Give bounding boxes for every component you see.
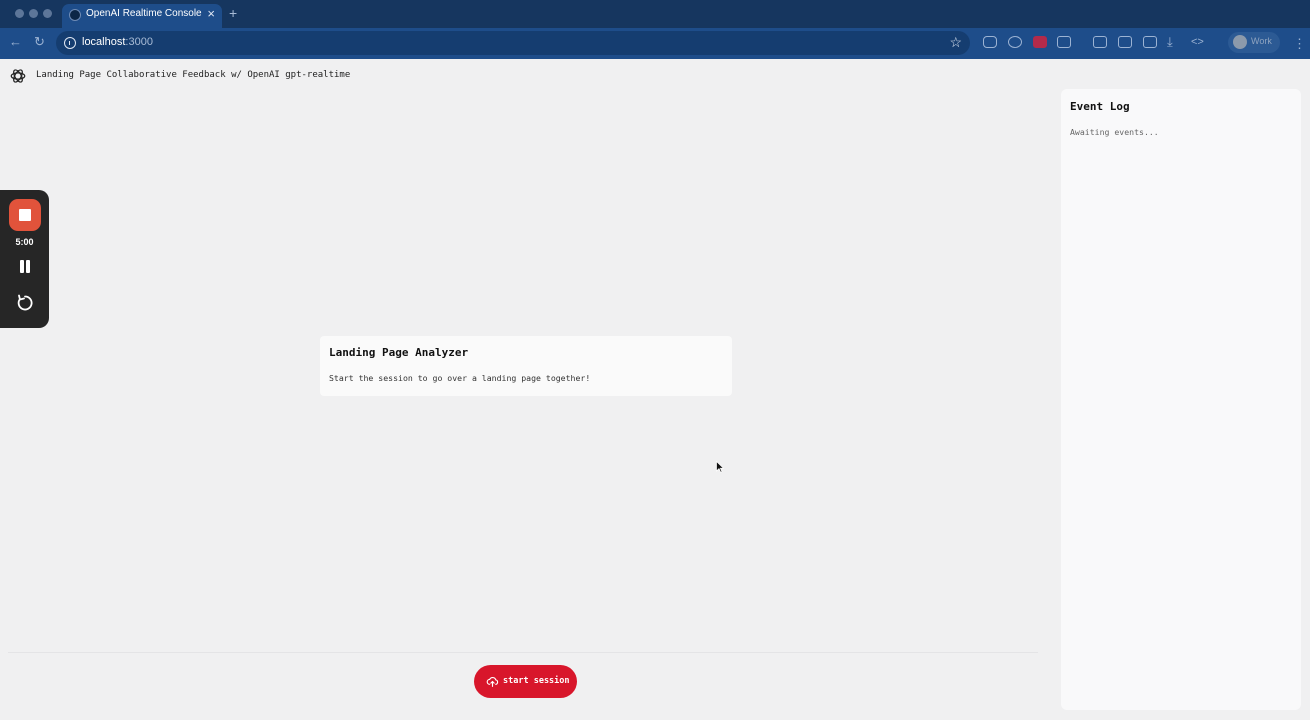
reading-list-icon[interactable] — [1093, 36, 1107, 48]
tab-close-icon[interactable]: × — [207, 6, 215, 22]
cloud-upload-icon — [486, 676, 499, 687]
profile-button[interactable]: Work — [1228, 32, 1280, 53]
window-maximize-dot[interactable] — [43, 9, 52, 18]
start-session-button[interactable]: start session — [474, 665, 577, 698]
url-text: localhost:3000 — [82, 36, 153, 48]
recording-timer: 5:00 — [15, 237, 34, 247]
screen-recorder-panel: 5:00 — [0, 190, 49, 328]
card-title: Landing Page Analyzer — [329, 346, 469, 359]
address-bar[interactable]: localhost:3000 ☆ — [56, 31, 970, 55]
download-icon[interactable]: ⤓ — [1167, 34, 1173, 50]
event-log-title: Event Log — [1070, 100, 1130, 113]
bookmark-star-icon[interactable]: ☆ — [949, 34, 962, 50]
window-minimize-dot[interactable] — [29, 9, 38, 18]
side-panel-icon[interactable] — [1143, 36, 1157, 48]
browser-tab[interactable]: OpenAI Realtime Console × — [62, 4, 222, 28]
page-title: Landing Page Collaborative Feedback w/ O… — [36, 70, 351, 80]
tab-favicon-icon — [69, 9, 81, 21]
pause-icon[interactable] — [19, 260, 31, 274]
browser-menu-icon[interactable]: ⋮ — [1293, 36, 1306, 52]
openai-logo-icon — [10, 69, 26, 83]
window-close-dot[interactable] — [15, 9, 24, 18]
stop-record-button[interactable] — [9, 199, 41, 231]
site-info-icon[interactable] — [64, 37, 76, 49]
profile-label: Work — [1251, 36, 1272, 46]
analyzer-card: Landing Page Analyzer Start the session … — [320, 336, 732, 396]
footer-divider — [8, 652, 1038, 653]
new-tab-icon[interactable]: + — [229, 5, 237, 21]
reload-icon[interactable]: ↻ — [34, 34, 45, 50]
extension-red-icon[interactable] — [1033, 36, 1047, 48]
devtools-icon[interactable]: <> — [1191, 34, 1204, 50]
extensions-puzzle-icon[interactable] — [1057, 36, 1071, 48]
mouse-cursor-icon — [716, 461, 724, 473]
extension-camera-icon[interactable] — [983, 36, 997, 48]
tab-title: OpenAI Realtime Console — [86, 8, 202, 19]
extension-cloud-icon[interactable] — [1008, 36, 1022, 48]
tab-search-icon[interactable] — [1118, 36, 1132, 48]
avatar — [1233, 35, 1247, 49]
event-log-panel: Event Log Awaiting events... — [1061, 89, 1301, 710]
browser-toolbar: ← ↻ localhost:3000 ☆ ⤓ <> Work — [0, 28, 1310, 59]
browser-titlebar: OpenAI Realtime Console × + — [0, 0, 1310, 28]
card-subtitle: Start the session to go over a landing p… — [329, 373, 591, 383]
restart-icon[interactable] — [15, 293, 35, 313]
back-icon[interactable]: ← — [9, 34, 22, 50]
event-log-empty-state: Awaiting events... — [1070, 127, 1159, 137]
start-session-label: start session — [503, 676, 570, 686]
